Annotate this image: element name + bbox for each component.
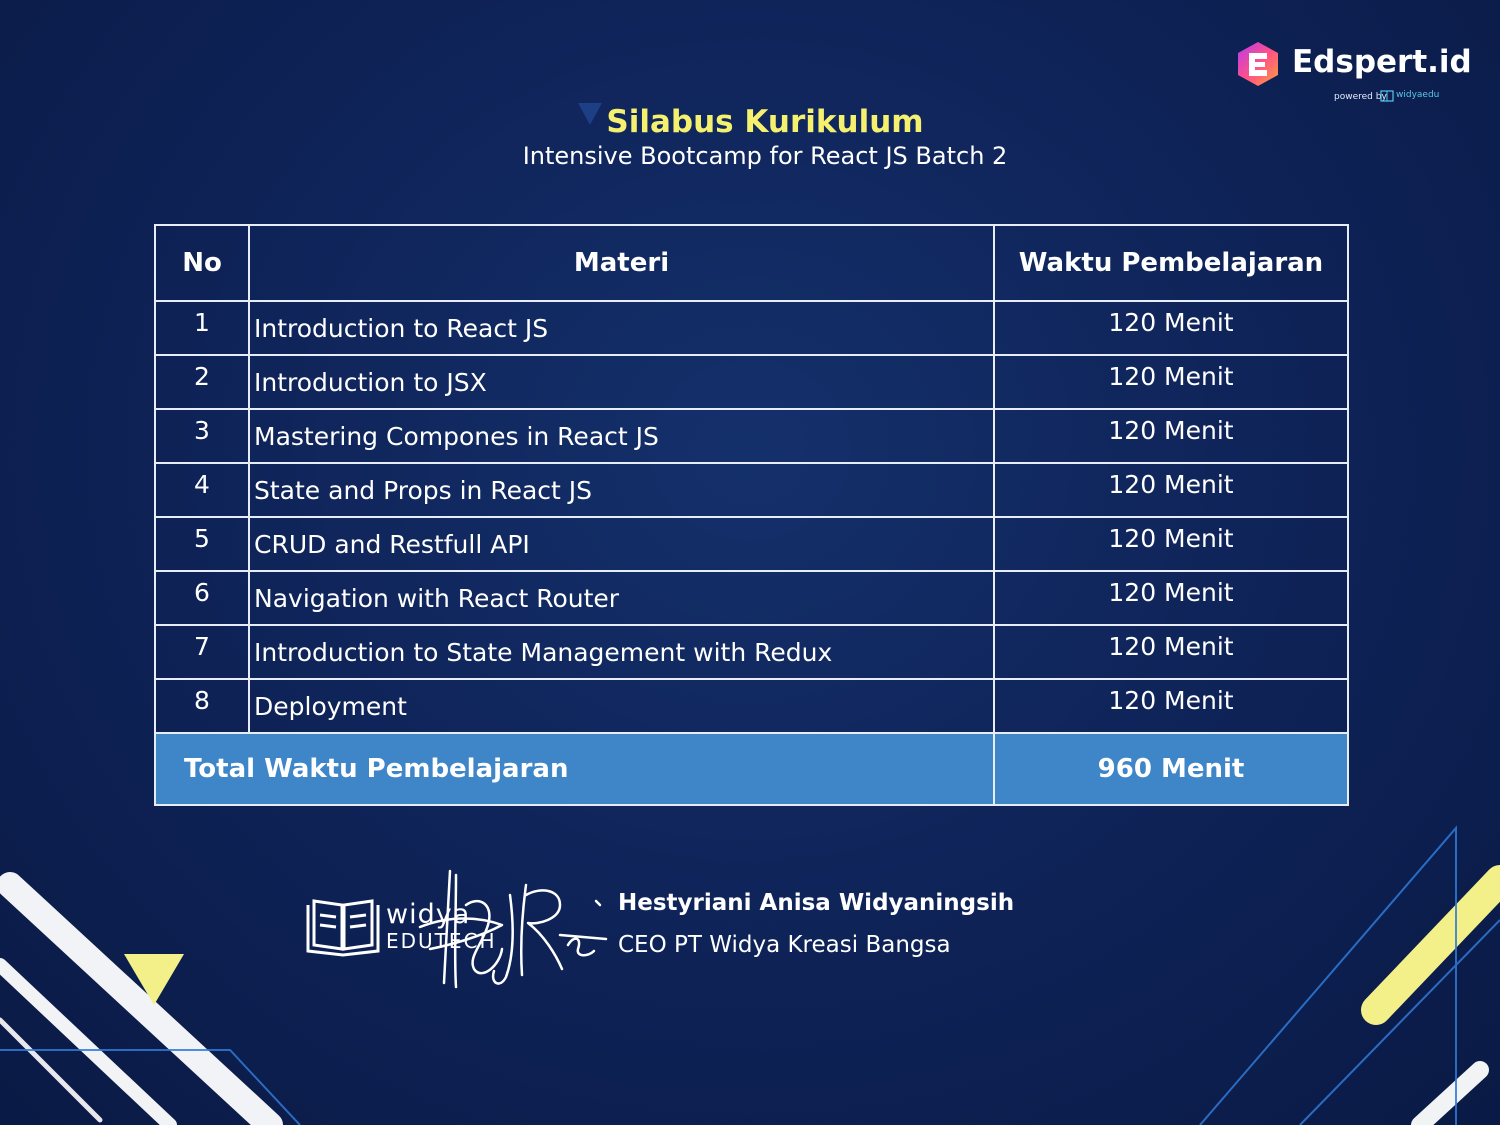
materi-text: CRUD and Restfull API [254,530,530,559]
table-row: 5 CRUD and Restfull API 120 Menit [154,516,1349,572]
materi-cell: State and Props in React JS [248,462,995,518]
page-subtitle: Intensive Bootcamp for React JS Batch 2 [522,142,1008,170]
edspert-logo: Edspert.id powered by widyaedu [1234,38,1472,110]
row-number: 7 [194,632,210,661]
handwritten-signature [418,869,608,989]
waktu-text: 120 Menit [1108,416,1234,445]
row-number: 5 [194,524,210,553]
waktu-text: 120 Menit [1108,470,1234,499]
materi-text: Deployment [254,692,407,721]
column-header-no: No [154,224,250,302]
waktu-text: 120 Menit [1108,632,1234,661]
waktu-text: 120 Menit [1108,686,1234,715]
column-header-materi: Materi [248,224,995,302]
table-row: 1 Introduction to React JS 120 Menit [154,300,1349,356]
table-row: 6 Navigation with React Router 120 Menit [154,570,1349,626]
table-row: 8 Deployment 120 Menit [154,678,1349,734]
row-number-cell: 6 [154,570,250,626]
waktu-text: 120 Menit [1108,524,1234,553]
row-number-cell: 1 [154,300,250,356]
table-row: 7 Introduction to State Management with … [154,624,1349,680]
materi-cell: Mastering Compones in React JS [248,408,995,464]
row-number-cell: 3 [154,408,250,464]
materi-text: Introduction to State Management with Re… [254,638,833,667]
materi-cell: Introduction to React JS [248,300,995,356]
total-value: 960 Menit [993,732,1349,806]
materi-cell: CRUD and Restfull API [248,516,995,572]
row-number-cell: 7 [154,624,250,680]
edspert-logo-icon [1238,42,1278,86]
waktu-cell: 120 Menit [993,408,1349,464]
materi-text: Mastering Compones in React JS [254,422,659,451]
brand-name: Edspert.id [1292,44,1472,80]
waktu-cell: 120 Menit [993,300,1349,356]
row-number: 2 [194,362,210,391]
materi-cell: Deployment [248,678,995,734]
waktu-cell: 120 Menit [993,462,1349,518]
row-number-cell: 2 [154,354,250,410]
book-icon [1380,90,1394,102]
total-label: Total Waktu Pembelajaran [154,732,995,806]
row-number: 3 [194,416,210,445]
materi-text: Introduction to JSX [254,368,487,397]
table-row: 3 Mastering Compones in React JS 120 Men… [154,408,1349,464]
materi-text: Introduction to React JS [254,314,549,343]
column-header-waktu: Waktu Pembelajaran [993,224,1349,302]
waktu-cell: 120 Menit [993,624,1349,680]
waktu-text: 120 Menit [1108,308,1234,337]
materi-text: Navigation with React Router [254,584,620,613]
partner-name: widyaedu [1396,90,1440,100]
row-number: 8 [194,686,210,715]
row-number: 4 [194,470,210,499]
waktu-cell: 120 Menit [993,354,1349,410]
page-title: Silabus Kurikulum [606,104,924,140]
materi-cell: Introduction to JSX [248,354,995,410]
table-row: 4 State and Props in React JS 120 Menit [154,462,1349,518]
row-number: 6 [194,578,210,607]
syllabus-table: No Materi Waktu Pembelajaran 1 Introduct… [154,224,1349,806]
total-row: Total Waktu Pembelajaran 960 Menit [154,732,1349,806]
waktu-text: 120 Menit [1108,362,1234,391]
waktu-cell: 120 Menit [993,570,1349,626]
row-number-cell: 4 [154,462,250,518]
row-number-cell: 8 [154,678,250,734]
powered-by-label: powered by [1334,92,1387,102]
table-row: 2 Introduction to JSX 120 Menit [154,354,1349,410]
table-header-row: No Materi Waktu Pembelajaran [154,224,1349,302]
materi-text: State and Props in React JS [254,476,593,505]
waktu-cell: 120 Menit [993,678,1349,734]
signer-role: CEO PT Widya Kreasi Bangsa [618,932,951,958]
materi-cell: Navigation with React Router [248,570,995,626]
row-number: 1 [194,308,210,337]
materi-cell: Introduction to State Management with Re… [248,624,995,680]
signer-name: Hestyriani Anisa Widyaningsih [618,890,1015,916]
waktu-cell: 120 Menit [993,516,1349,572]
row-number-cell: 5 [154,516,250,572]
waktu-text: 120 Menit [1108,578,1234,607]
open-book-icon [306,899,380,957]
